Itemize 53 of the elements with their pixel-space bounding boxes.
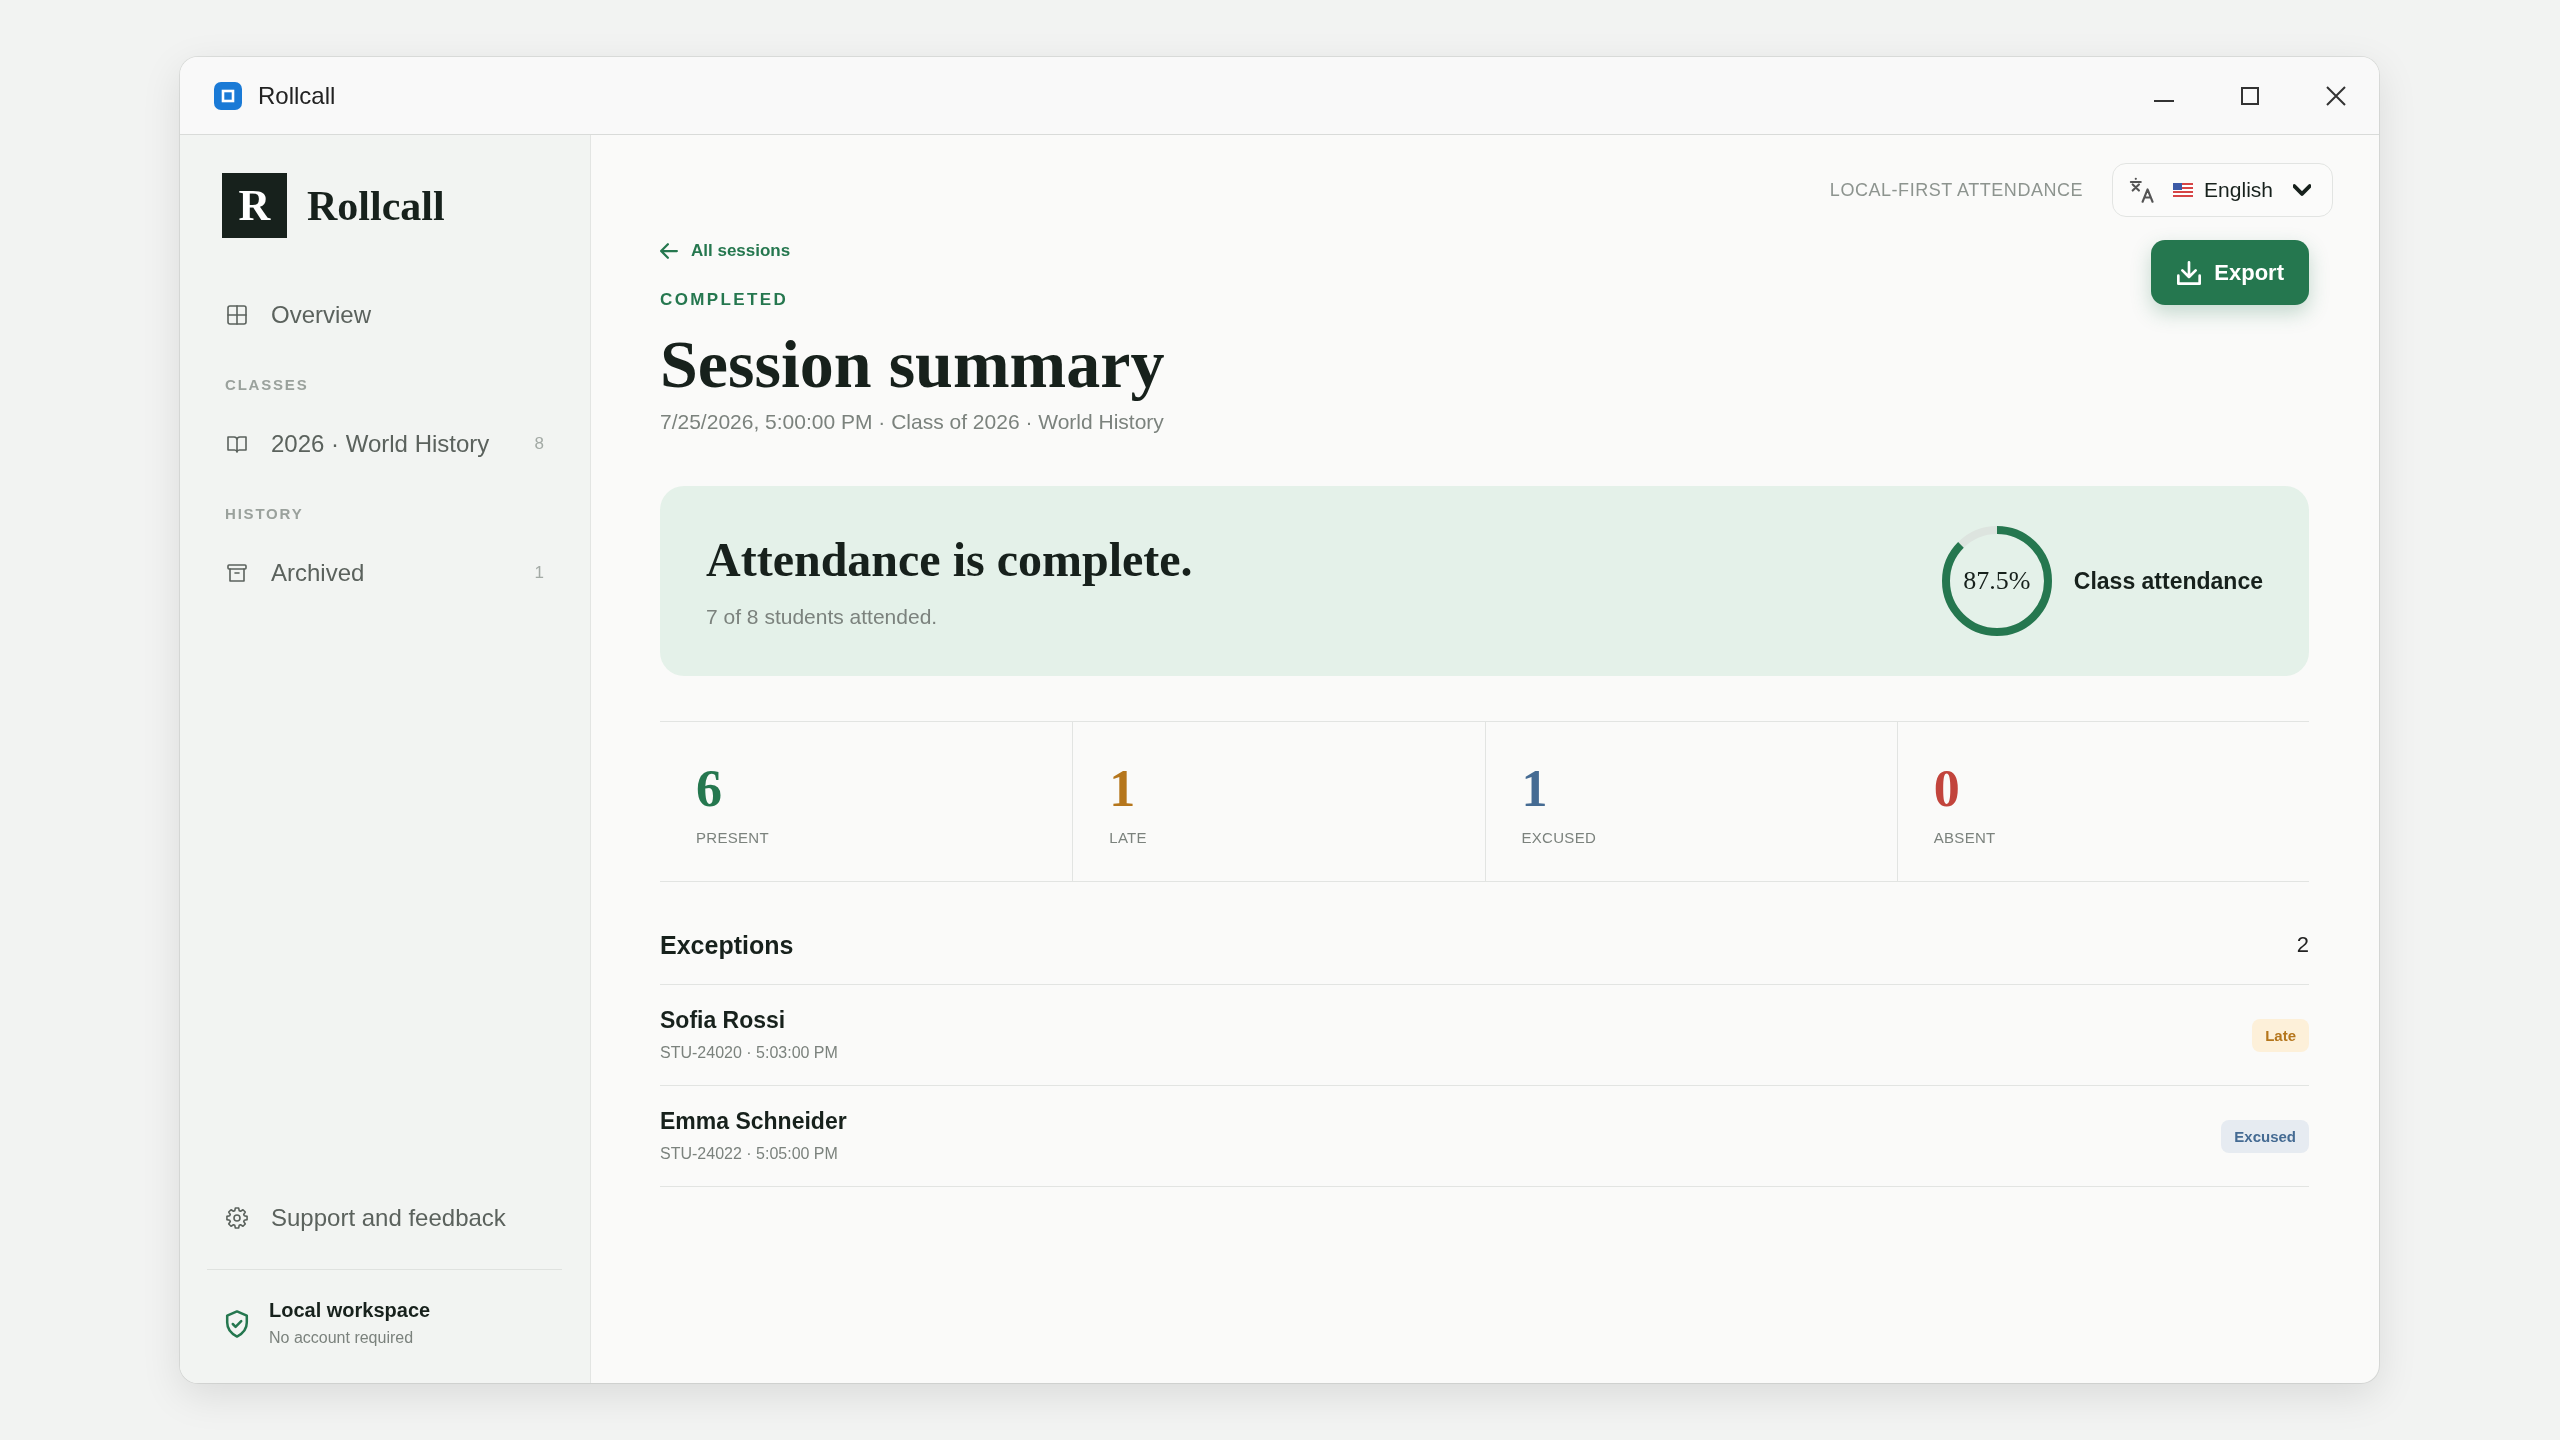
stat-label: PRESENT (696, 828, 769, 848)
banner-detail: 7 of 8 students attended. (706, 603, 939, 630)
item-count: 8 (534, 434, 544, 454)
chevron-down-icon (2293, 181, 2311, 199)
grid-icon (225, 303, 249, 327)
translate-icon (2129, 177, 2156, 203)
language-select[interactable]: English (2112, 163, 2333, 217)
item-count: 1 (534, 563, 544, 583)
app-tagline: LOCAL-FIRST ATTENDANCE (1829, 179, 2084, 201)
shield-check-icon (224, 1309, 250, 1338)
sidebar-item[interactable]: Overview (207, 289, 562, 341)
student-name: Sofia Rossi (660, 1006, 787, 1034)
sidebar-item[interactable]: Archived 1 (207, 547, 562, 599)
stat-value: 1 (1521, 761, 1548, 817)
session-meta: 7/25/2026, 5:00:00 PM · Class of 2026 · World History (660, 409, 1164, 435)
gear-icon (225, 1206, 249, 1230)
section-title: Exceptions (660, 930, 794, 960)
arrow-left-icon (660, 242, 678, 260)
workspace-title: Local workspace (269, 1298, 431, 1322)
close-icon[interactable] (2326, 85, 2346, 106)
flag-icon (2173, 183, 2194, 197)
back-link[interactable]: All sessions (660, 239, 791, 263)
sidebar-item[interactable]: 2026 · World History 8 (207, 418, 562, 470)
minimize-icon[interactable] (2154, 99, 2174, 102)
student-name: Emma Schneider (660, 1107, 847, 1135)
window-title: Rollcall (258, 81, 336, 110)
logo-mark: R (222, 173, 287, 238)
download-icon (2177, 260, 2202, 285)
stat-label: EXCUSED (1521, 828, 1597, 848)
banner-heading: Attendance is complete. (706, 531, 1193, 588)
section-heading: HISTORY (224, 504, 305, 524)
ring-label: Class attendance (2073, 567, 2263, 595)
ring-reading: 87.5% (1962, 566, 2032, 596)
session-status: COMPLETED (660, 289, 789, 311)
stat-value: 1 (1109, 761, 1136, 817)
student-detail: STU-24020 · 5:03:00 PM (660, 1043, 838, 1063)
student-detail: STU-24022 · 5:05:00 PM (660, 1144, 839, 1164)
app-icon (214, 81, 242, 110)
stat-label: LATE (1109, 828, 1147, 848)
archive-icon (225, 561, 249, 585)
brand-name: Rollcall (307, 181, 445, 231)
section-heading: CLASSES (224, 375, 310, 395)
stat-value: 6 (696, 761, 722, 817)
status-badge: Late (2252, 1018, 2309, 1052)
workspace-subtitle: No account required (269, 1328, 415, 1348)
export-button[interactable]: Export (2151, 240, 2309, 305)
support-link[interactable]: Support and feedback (207, 1192, 562, 1244)
exception-count: 2 (2296, 932, 2309, 958)
stat-value: 0 (1933, 761, 1960, 817)
maximize-icon[interactable] (2241, 86, 2259, 105)
stat-label: ABSENT (1933, 828, 1996, 848)
status-badge: Excused (2221, 1119, 2309, 1153)
page-title: Session summary (660, 325, 1165, 403)
